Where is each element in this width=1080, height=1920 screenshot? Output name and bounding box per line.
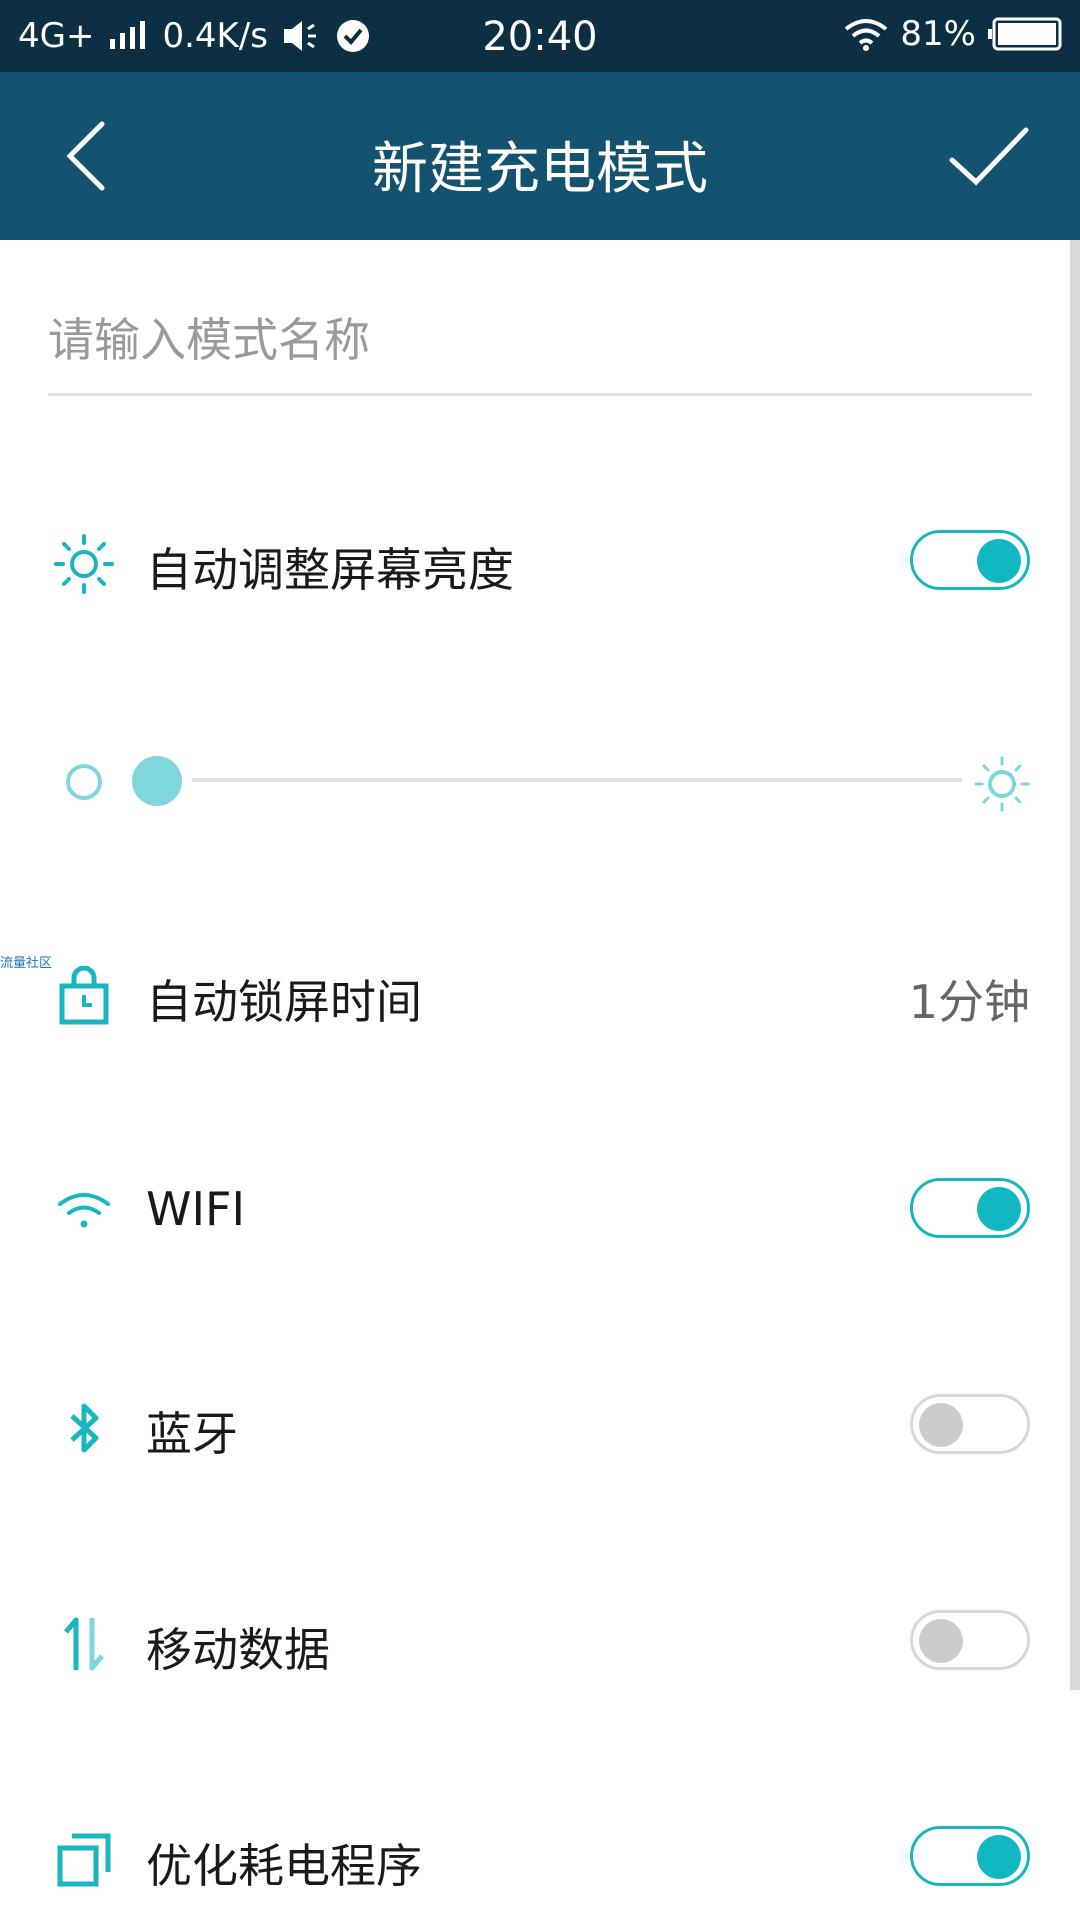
auto-brightness-toggle[interactable]: [910, 530, 1030, 590]
toggle-knob: [977, 1835, 1021, 1879]
battery-percent: 81%: [900, 14, 976, 54]
layers-icon: [57, 1833, 111, 1887]
sun-icon: [54, 534, 114, 594]
setting-optimize-apps[interactable]: 优化耗电程序: [0, 1800, 1080, 1920]
slider-track[interactable]: [192, 778, 962, 782]
status-right: 81%: [844, 14, 1062, 54]
setting-wifi[interactable]: WIFI: [0, 1152, 1080, 1272]
mobile-data-label: 移动数据: [146, 1623, 330, 1677]
bluetooth-toggle[interactable]: [910, 1394, 1030, 1454]
optimize-apps-label: 优化耗电程序: [146, 1839, 422, 1893]
mode-name-field: [48, 300, 1032, 396]
toggle-knob: [919, 1403, 963, 1447]
setting-auto-brightness[interactable]: 自动调整屏幕亮度: [0, 504, 1080, 624]
brightness-slider[interactable]: [60, 750, 1030, 812]
status-bar: 4G+ 0.4K/s 20:40 81%: [0, 0, 1080, 72]
mode-name-input[interactable]: [48, 300, 1032, 380]
wifi-icon: [58, 1193, 110, 1228]
auto-brightness-label: 自动调整屏幕亮度: [146, 543, 514, 597]
setting-auto-lock[interactable]: 自动锁屏时间 1分钟: [0, 936, 1080, 1056]
confirm-button[interactable]: [946, 120, 1032, 194]
auto-lock-label: 自动锁屏时间: [146, 975, 422, 1029]
check-icon: [949, 127, 1029, 186]
sun-high-icon: [974, 756, 1030, 812]
setting-bluetooth[interactable]: 蓝牙: [0, 1368, 1080, 1488]
slider-thumb[interactable]: [132, 756, 182, 806]
mobile-data-toggle[interactable]: [910, 1610, 1030, 1670]
optimize-apps-toggle[interactable]: [910, 1826, 1030, 1886]
wifi-icon: [845, 19, 888, 51]
wifi-toggle[interactable]: [910, 1178, 1030, 1238]
lock-clock-icon: [59, 966, 109, 1025]
wifi-label: WIFI: [146, 1182, 246, 1236]
toggle-knob: [919, 1619, 963, 1663]
auto-lock-value: 1分钟: [908, 975, 1030, 1029]
toggle-knob: [977, 539, 1021, 583]
page-title: 新建充电模式: [372, 137, 708, 202]
app-bar: 新建充电模式: [0, 72, 1080, 240]
data-transfer-icon: [64, 1617, 104, 1671]
setting-mobile-data[interactable]: 移动数据: [0, 1584, 1080, 1704]
sun-low-icon: [66, 764, 102, 800]
toggle-knob: [977, 1187, 1021, 1231]
bluetooth-icon: [70, 1403, 99, 1453]
bluetooth-label: 蓝牙: [146, 1407, 238, 1461]
battery-icon: [988, 17, 1062, 51]
